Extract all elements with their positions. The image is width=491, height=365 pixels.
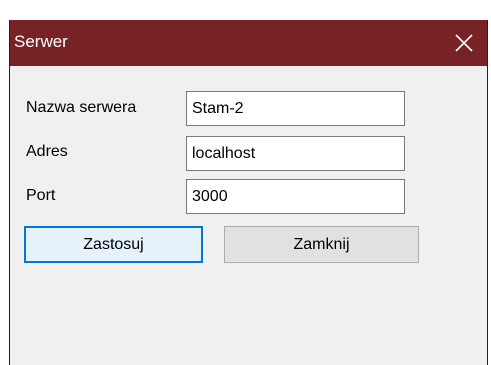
address-label: Adres	[26, 143, 68, 160]
dialog-content: Nazwa serwera Adres Port Zastosuj Zamkni…	[10, 66, 487, 365]
window-title: Serwer	[14, 32, 68, 51]
address-field[interactable]	[186, 136, 405, 171]
title-bar[interactable]: Serwer	[10, 20, 487, 66]
server-name-label: Nazwa serwera	[26, 99, 137, 116]
close-button[interactable]: Zamknij	[224, 226, 419, 263]
port-field[interactable]	[186, 179, 405, 214]
port-label: Port	[26, 187, 56, 204]
apply-button[interactable]: Zastosuj	[24, 226, 203, 263]
close-window-button[interactable]	[441, 20, 487, 66]
server-dialog: Serwer Nazwa serwera Adres Port Zastosuj…	[9, 20, 488, 365]
server-name-field[interactable]	[186, 91, 405, 126]
close-icon	[455, 34, 473, 52]
